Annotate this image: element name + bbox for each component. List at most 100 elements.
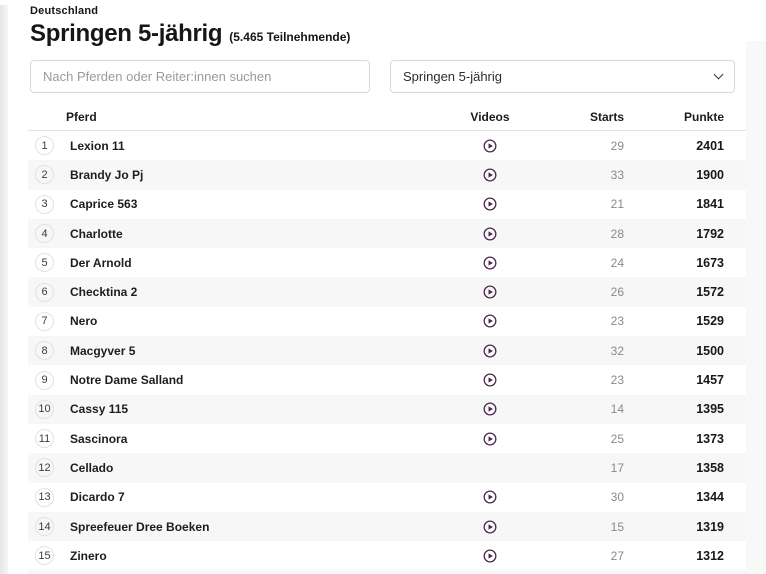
- table-row[interactable]: 11Sascinora251373: [28, 424, 746, 453]
- video-play-button[interactable]: [483, 256, 497, 270]
- points-value: 1457: [624, 373, 724, 387]
- table-row[interactable]: 2 Brandy Jo Pj 331900: [28, 160, 746, 189]
- video-play-button[interactable]: [483, 139, 497, 153]
- play-circle-icon: [483, 490, 497, 504]
- rank-badge: 9: [35, 371, 54, 390]
- video-play-button[interactable]: [483, 344, 497, 358]
- discipline-select[interactable]: Springen 5-jährig: [390, 60, 735, 93]
- videos-cell: [430, 373, 550, 387]
- table-row[interactable]: 10Cassy 115141395: [28, 395, 746, 424]
- starts-value: 30: [550, 490, 624, 504]
- points-value: 1500: [624, 344, 724, 358]
- play-circle-icon: [483, 314, 497, 328]
- rank-badge: 2: [35, 165, 54, 184]
- starts-value: 28: [550, 227, 624, 241]
- starts-value: 27: [550, 549, 624, 563]
- table-row[interactable]: 3Caprice 563211841: [28, 190, 746, 219]
- points-value: 1529: [624, 314, 724, 328]
- horse-name: Checktina 2: [66, 285, 430, 299]
- chevron-down-icon: [714, 70, 724, 80]
- starts-value: 14: [550, 402, 624, 416]
- video-play-button[interactable]: [483, 490, 497, 504]
- video-play-button[interactable]: [483, 402, 497, 416]
- video-play-button[interactable]: [483, 197, 497, 211]
- video-play-button[interactable]: [483, 432, 497, 446]
- play-circle-icon: [483, 402, 497, 416]
- horse-name: Brandy Jo Pj: [66, 168, 430, 182]
- starts-value: 21: [550, 197, 624, 211]
- videos-cell: [430, 139, 550, 153]
- rank-badge: 7: [35, 312, 54, 331]
- table-header-starts: Starts: [550, 110, 624, 124]
- rank-badge: 6: [35, 283, 54, 302]
- table-row[interactable]: 4Charlotte281792: [28, 219, 746, 248]
- play-circle-icon: [483, 256, 497, 270]
- play-circle-icon: [483, 373, 497, 387]
- points-value: 1841: [624, 197, 724, 211]
- search-input[interactable]: [30, 60, 370, 93]
- points-value: 1792: [624, 227, 724, 241]
- videos-cell: [430, 285, 550, 299]
- table-header-videos: Videos: [430, 110, 550, 124]
- participants-count: (5.465 Teilnehmende): [229, 30, 350, 44]
- main-content: Deutschland Springen 5-jährig (5.465 Tei…: [28, 5, 746, 574]
- table-row[interactable]: 6Checktina 2261572: [28, 277, 746, 306]
- play-circle-icon: [483, 549, 497, 563]
- video-play-button[interactable]: [483, 520, 497, 534]
- points-value: 1358: [624, 461, 724, 475]
- table-row[interactable]: 12Cellado171358: [28, 453, 746, 482]
- play-circle-icon: [483, 520, 497, 534]
- video-play-button[interactable]: [483, 314, 497, 328]
- horse-name: Dicardo 7: [66, 490, 430, 504]
- table-row[interactable]: 13Dicardo 7301344: [28, 483, 746, 512]
- table-row[interactable]: 5Der Arnold241673: [28, 248, 746, 277]
- country-label: Deutschland: [30, 5, 746, 17]
- rank-badge: 5: [35, 253, 54, 272]
- rank-badge: 14: [35, 517, 54, 536]
- videos-cell: [430, 490, 550, 504]
- points-value: 1900: [624, 168, 724, 182]
- starts-value: 24: [550, 256, 624, 270]
- video-play-button[interactable]: [483, 168, 497, 182]
- controls-row: Springen 5-jährig: [28, 60, 746, 93]
- video-play-button[interactable]: [483, 373, 497, 387]
- play-circle-icon: [483, 227, 497, 241]
- play-circle-icon: [483, 432, 497, 446]
- table-row[interactable]: 15Zinero271312: [28, 541, 746, 570]
- table-row[interactable]: 1Lexion 11292401: [28, 131, 746, 160]
- page-right-gutter: [746, 41, 766, 574]
- videos-cell: [430, 227, 550, 241]
- horse-name: Cellado: [66, 461, 430, 475]
- points-value: 1673: [624, 256, 724, 270]
- rank-badge: 12: [35, 458, 54, 477]
- table-row[interactable]: 14Spreefeuer Dree Boeken151319: [28, 512, 746, 541]
- rank-badge: 1: [35, 136, 54, 155]
- table-row[interactable]: 8Macgyver 5321500: [28, 336, 746, 365]
- points-value: 1373: [624, 432, 724, 446]
- video-play-button[interactable]: [483, 285, 497, 299]
- videos-cell: [430, 197, 550, 211]
- videos-cell: [430, 344, 550, 358]
- videos-cell: [430, 402, 550, 416]
- play-circle-icon: [483, 285, 497, 299]
- videos-cell: [430, 314, 550, 328]
- points-value: 1395: [624, 402, 724, 416]
- starts-value: 32: [550, 344, 624, 358]
- table-header-points: Punkte: [624, 110, 724, 124]
- horse-name: Spreefeuer Dree Boeken: [66, 520, 430, 534]
- play-circle-icon: [483, 168, 497, 182]
- ranking-table: Pferd Videos Starts Punkte 1Lexion 11292…: [28, 104, 746, 574]
- video-play-button[interactable]: [483, 549, 497, 563]
- horse-name: Lexion 11: [66, 139, 430, 153]
- page-title-row: Springen 5-jährig (5.465 Teilnehmende): [30, 20, 746, 48]
- video-play-button[interactable]: [483, 227, 497, 241]
- table-row[interactable]: 7Nero231529: [28, 307, 746, 336]
- table-row[interactable]: 9Notre Dame Salland231457: [28, 365, 746, 394]
- videos-cell: [430, 168, 550, 182]
- horse-name: Charlotte: [66, 227, 430, 241]
- starts-value: 33: [550, 168, 624, 182]
- play-circle-icon: [483, 197, 497, 211]
- page-left-gutter: [0, 5, 8, 574]
- rank-badge: 13: [35, 488, 54, 507]
- discipline-select-value: Springen 5-jährig: [403, 69, 502, 84]
